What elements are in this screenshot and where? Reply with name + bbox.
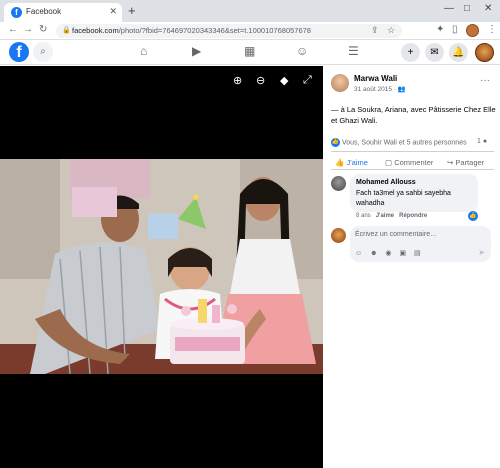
comment-meta: 8 ans J'aime Répondre <box>356 213 427 219</box>
browser-tabstrip: f Facebook ✕ + — □ ✕ <box>0 0 500 22</box>
share-arrow-icon: ↪ <box>447 158 454 167</box>
comment-like-link[interactable]: J'aime <box>376 213 394 219</box>
sidepanel-icon[interactable]: ▯ <box>452 24 458 35</box>
like-label: J'aime <box>346 158 368 167</box>
more-options-icon[interactable]: ··· <box>480 75 490 86</box>
like-reaction-icon: 👍 <box>331 138 340 147</box>
tab-title: Facebook <box>26 7 62 16</box>
browser-toolbar: ← → ↻ 🔒 facebook.com/photo/?fbid=7646970… <box>0 22 500 40</box>
menu-icon[interactable]: ☰ <box>348 44 359 58</box>
comment-like-badge-icon: 👍 <box>468 211 478 221</box>
menu-kebab-icon[interactable]: ⋮ <box>487 24 497 35</box>
comment-author[interactable]: Mohamed Allouss <box>356 179 416 186</box>
post-date[interactable]: 31 août 2015 · 👥 <box>354 85 406 93</box>
divider <box>331 169 494 170</box>
author-avatar[interactable] <box>331 74 349 92</box>
zoom-in-icon[interactable]: ⊕ <box>233 74 242 87</box>
tab-close-icon[interactable]: ✕ <box>109 6 117 17</box>
comment-composer[interactable]: Écrivez un commentaire… ☺ ☻ ◉ ▣ ▤ ➤ <box>350 226 491 262</box>
divider <box>331 151 494 152</box>
photo-viewer: ⊕ ⊖ ◆ ⤢ <box>0 66 323 468</box>
zoom-out-icon[interactable]: ⊖ <box>256 74 265 87</box>
comment-input[interactable]: Écrivez un commentaire… <box>355 231 437 238</box>
post-author[interactable]: Marwa Wali <box>354 74 397 83</box>
watch-icon[interactable]: ▶ <box>192 44 201 58</box>
notifications-icon[interactable]: 🔔 <box>449 43 468 62</box>
post-text: — à La Soukra, Ariana, avec Pâtisserie C… <box>331 105 496 125</box>
profile-avatar[interactable] <box>466 24 479 37</box>
commenter-avatar[interactable] <box>331 176 346 191</box>
share-label: Partager <box>455 158 485 167</box>
reload-icon[interactable]: ↻ <box>39 24 47 35</box>
minimize-icon[interactable]: — <box>444 3 454 14</box>
facebook-header: f ⌕ ⌂ ▶ ▦ ☺ ☰ + ✉ 🔔 <box>0 40 500 65</box>
comment-icon: ▢ <box>385 158 393 167</box>
groups-icon[interactable]: ☺ <box>296 44 308 58</box>
search-icon[interactable]: ⌕ <box>33 42 53 62</box>
browser-tab[interactable]: f Facebook ✕ <box>4 3 122 22</box>
comment-bubble: Mohamed Allouss Fach ta3mel ya sahbi say… <box>350 174 478 212</box>
share-icon[interactable]: ⇪ <box>371 25 379 36</box>
comment-age[interactable]: 8 ans <box>356 213 371 219</box>
send-icon[interactable]: ➤ <box>478 248 485 257</box>
window-close-icon[interactable]: ✕ <box>484 3 492 14</box>
fullscreen-icon[interactable]: ⤢ <box>303 74 312 87</box>
post-panel: Marwa Wali 31 août 2015 · 👥 ··· — à La S… <box>323 66 500 468</box>
account-avatar[interactable] <box>475 43 494 62</box>
forward-icon[interactable]: → <box>23 24 33 35</box>
maximize-icon[interactable]: □ <box>464 3 470 14</box>
extensions-icon[interactable]: ✦ <box>436 24 444 35</box>
facebook-favicon-icon: f <box>11 7 22 18</box>
tag-icon[interactable]: ◆ <box>280 74 288 87</box>
comment-label: Commenter <box>394 158 434 167</box>
facebook-logo-icon[interactable]: f <box>9 42 29 62</box>
back-icon[interactable]: ← <box>8 24 18 35</box>
share-button[interactable]: ↪ Partager <box>447 158 484 167</box>
marketplace-icon[interactable]: ▦ <box>244 44 255 58</box>
comment-button[interactable]: ▢ Commenter <box>385 158 433 167</box>
my-avatar <box>331 228 346 243</box>
birthday-photo <box>0 159 323 374</box>
like-button[interactable]: 👍 J'aime <box>335 158 368 167</box>
reactions-summary[interactable]: 👍 Vous, Souhir Wali et 5 autres personne… <box>331 138 467 147</box>
thumbs-up-icon: 👍 <box>335 158 345 167</box>
reactions-text: Vous, Souhir Wali et 5 autres personnes <box>341 139 467 147</box>
home-icon[interactable]: ⌂ <box>140 44 147 58</box>
lock-icon: 🔒 <box>62 27 71 34</box>
composer-attachment-icons[interactable]: ☺ ☻ ◉ ▣ ▤ <box>355 249 424 257</box>
new-tab-button[interactable]: + <box>128 3 136 18</box>
comment-reply-link[interactable]: Répondre <box>399 213 427 219</box>
bookmark-star-icon[interactable]: ☆ <box>387 25 395 36</box>
comment-count[interactable]: 1 ● <box>477 138 487 145</box>
comment-text: Fach ta3mel ya sahbi sayebha wahadha <box>356 190 451 207</box>
messenger-icon[interactable]: ✉ <box>425 43 444 62</box>
create-icon[interactable]: + <box>401 43 420 62</box>
url-text: facebook.com/photo/?fbid=764697020343346… <box>72 26 311 35</box>
address-bar[interactable]: 🔒 facebook.com/photo/?fbid=7646970203433… <box>56 24 402 38</box>
photo-illustration <box>0 159 323 374</box>
